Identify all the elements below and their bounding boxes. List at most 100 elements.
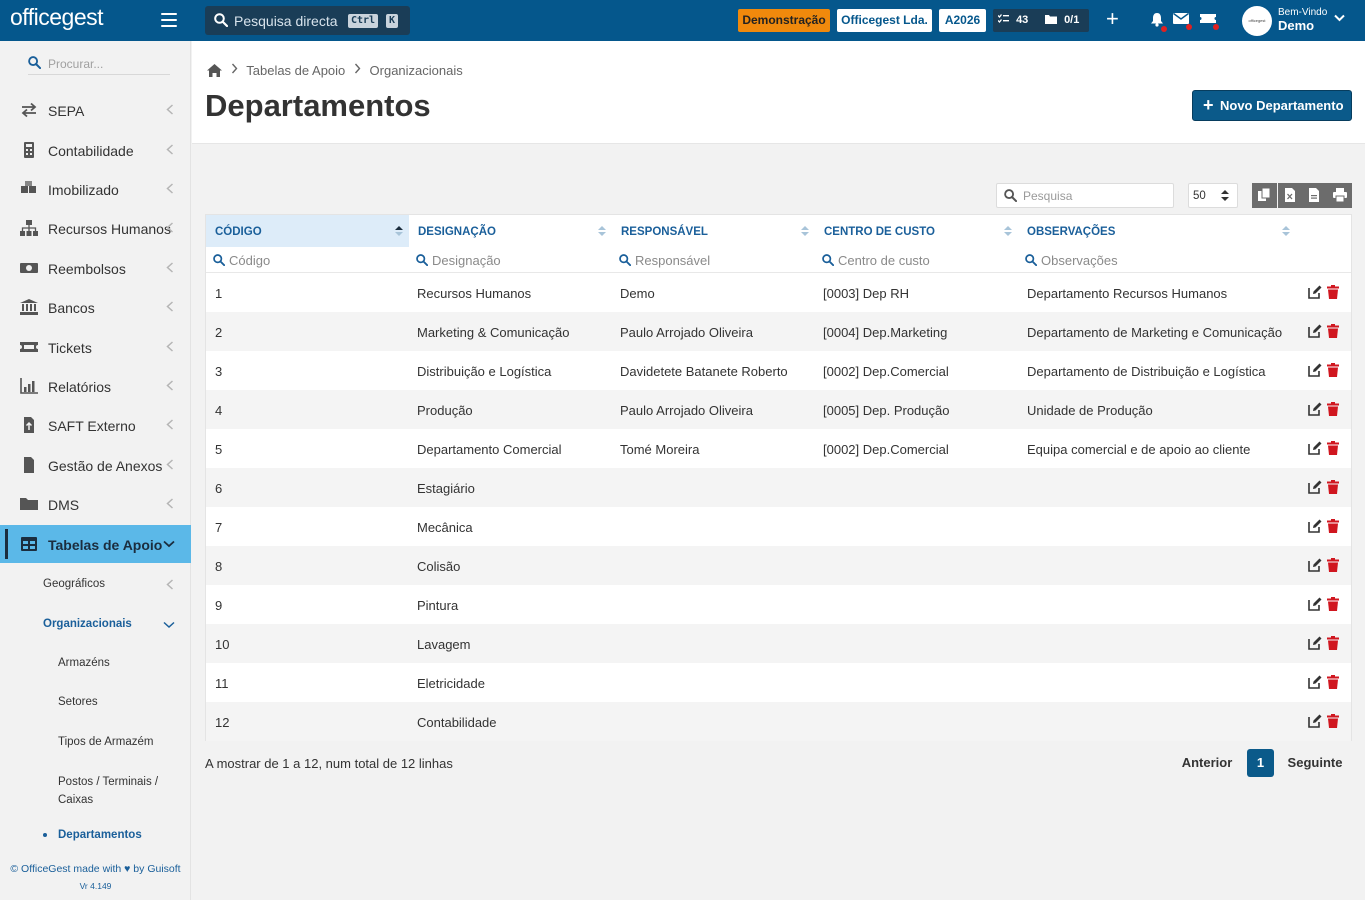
- edit-icon[interactable]: [1308, 363, 1322, 377]
- cell-designacao: Distribuição e Logística: [417, 364, 552, 379]
- delete-icon[interactable]: [1327, 675, 1339, 689]
- delete-icon[interactable]: [1327, 480, 1339, 494]
- filter-designacao-input[interactable]: Designação: [409, 247, 612, 273]
- edit-icon[interactable]: [1308, 519, 1322, 533]
- delete-icon[interactable]: [1327, 324, 1339, 338]
- sidebar-item-recursos-humanos[interactable]: Recursos Humanos: [0, 209, 191, 247]
- export-excel-button[interactable]: [1278, 183, 1303, 208]
- filter-codigo-input[interactable]: Código: [206, 247, 409, 273]
- table-row[interactable]: 2 Marketing & Comunicação Paulo Arrojado…: [206, 312, 1351, 351]
- table-row[interactable]: 6 Estagiário: [206, 468, 1351, 507]
- column-header-centro-custo[interactable]: CENTRO DE CUSTO: [815, 215, 1018, 247]
- table-row[interactable]: 10 Lavagem: [206, 624, 1351, 663]
- sidebar-item-saft-externo[interactable]: SAFT Externo: [0, 406, 191, 444]
- sidebar-subitem-setores[interactable]: Setores: [58, 696, 98, 708]
- sidebar-subitem-geograficos[interactable]: Geográficos: [43, 578, 105, 590]
- table-row[interactable]: 3 Distribuição e Logística Davidetete Ba…: [206, 351, 1351, 390]
- delete-icon[interactable]: [1327, 558, 1339, 572]
- table-row[interactable]: 9 Pintura: [206, 585, 1351, 624]
- breadcrumb-organizacionais[interactable]: Organizacionais: [370, 63, 463, 78]
- edit-icon[interactable]: [1308, 636, 1322, 650]
- sidebar-subitem-armazens[interactable]: Armazéns: [58, 657, 110, 669]
- sidebar-item-dms[interactable]: DMS: [0, 485, 191, 523]
- page-size-select[interactable]: 50: [1188, 183, 1238, 208]
- table-row[interactable]: 11 Eletricidade: [206, 663, 1351, 702]
- next-page-button[interactable]: Seguinte: [1280, 749, 1350, 777]
- demo-badge[interactable]: Demonstração: [738, 9, 830, 32]
- sidebar-item-bancos[interactable]: Bancos: [0, 288, 191, 326]
- table-row[interactable]: 8 Colisão: [206, 546, 1351, 585]
- sort-arrows-icon: [1221, 190, 1229, 201]
- delete-icon[interactable]: [1327, 597, 1339, 611]
- delete-icon[interactable]: [1327, 402, 1339, 416]
- counters[interactable]: 43 0/1: [993, 9, 1089, 32]
- delete-icon[interactable]: [1327, 714, 1339, 728]
- column-header-observacoes[interactable]: OBSERVAÇÕES: [1018, 215, 1294, 247]
- export-csv-button[interactable]: [1302, 183, 1327, 208]
- chevron-down-icon[interactable]: [1334, 14, 1345, 22]
- sidebar-subitem-postos[interactable]: Postos / Terminais / Caixas: [58, 773, 158, 809]
- docs-counter[interactable]: 0/1: [1045, 14, 1079, 26]
- edit-icon[interactable]: [1308, 558, 1322, 572]
- edit-icon[interactable]: [1308, 597, 1322, 611]
- avatar[interactable]: officegest: [1242, 6, 1272, 36]
- menu-toggle-icon[interactable]: [161, 13, 177, 27]
- delete-icon[interactable]: [1327, 636, 1339, 650]
- table-row[interactable]: 4 Produção Paulo Arrojado Oliveira [0005…: [206, 390, 1351, 429]
- sidebar-subitem-departamentos[interactable]: Departamentos: [58, 829, 142, 841]
- year-selector[interactable]: A2026: [939, 9, 986, 32]
- quick-add-icon[interactable]: +: [1106, 8, 1119, 30]
- print-button[interactable]: [1327, 183, 1352, 208]
- company-selector[interactable]: Officegest Lda.: [837, 9, 932, 32]
- user-menu[interactable]: Bem-Vindo Demo: [1278, 7, 1327, 33]
- copy-button[interactable]: [1252, 183, 1277, 208]
- sidebar-subitem-organizacionais[interactable]: Organizacionais: [43, 618, 132, 630]
- tickets-icon[interactable]: [1200, 12, 1219, 30]
- filter-responsavel-input[interactable]: Responsável: [612, 247, 815, 273]
- sidebar-item-imobilizado[interactable]: Imobilizado: [0, 170, 191, 208]
- edit-icon[interactable]: [1308, 480, 1322, 494]
- table-row[interactable]: 12 Contabilidade: [206, 702, 1351, 741]
- bank-icon: [20, 299, 38, 315]
- breadcrumb-tabelas-apoio[interactable]: Tabelas de Apoio: [246, 63, 345, 78]
- sidebar-item-relatorios[interactable]: Relatórios: [0, 367, 191, 405]
- delete-icon[interactable]: [1327, 363, 1339, 377]
- messages-icon[interactable]: [1173, 12, 1192, 30]
- column-header-designacao[interactable]: DESIGNAÇÃO: [409, 215, 612, 247]
- edit-icon[interactable]: [1308, 441, 1322, 455]
- column-header-codigo[interactable]: CÓDIGO: [206, 215, 409, 247]
- sidebar-item-tabelas-apoio[interactable]: Tabelas de Apoio: [0, 525, 191, 563]
- table-row[interactable]: 1 Recursos Humanos Demo [0003] Dep RH De…: [206, 273, 1351, 312]
- edit-icon[interactable]: [1308, 714, 1322, 728]
- sidebar-subitem-tipos-armazem[interactable]: Tipos de Armazém: [58, 736, 153, 748]
- edit-icon[interactable]: [1308, 675, 1322, 689]
- sidebar-footer[interactable]: © OfficeGest made with ♥ by Guisoft: [0, 863, 191, 875]
- notifications-icon[interactable]: [1150, 12, 1167, 32]
- global-search-input[interactable]: Pesquisa directa Ctrl K: [205, 6, 410, 35]
- sidebar-item-tickets[interactable]: Tickets: [0, 328, 191, 366]
- edit-icon[interactable]: [1308, 285, 1322, 299]
- table-row[interactable]: 5 Departamento Comercial Tomé Moreira [0…: [206, 429, 1351, 468]
- delete-icon[interactable]: [1327, 519, 1339, 533]
- sidebar-item-gestao-anexos[interactable]: Gestão de Anexos: [0, 446, 191, 484]
- app-logo[interactable]: officegest: [10, 4, 104, 31]
- table-search-input[interactable]: Pesquisa: [996, 183, 1174, 208]
- column-header-responsavel[interactable]: RESPONSÁVEL: [612, 215, 815, 247]
- filter-centro-custo-input[interactable]: Centro de custo: [815, 247, 1018, 273]
- page-1-button[interactable]: 1: [1247, 749, 1274, 777]
- delete-icon[interactable]: [1327, 441, 1339, 455]
- previous-page-button[interactable]: Anterior: [1174, 749, 1240, 777]
- sidebar-search-input[interactable]: Procurar...: [28, 53, 170, 75]
- table-row[interactable]: 7 Mecânica: [206, 507, 1351, 546]
- sidebar-item-sepa[interactable]: SEPA: [0, 91, 191, 129]
- new-department-button[interactable]: + Novo Departamento: [1192, 90, 1352, 121]
- sidebar-item-contabilidade[interactable]: Contabilidade: [0, 131, 191, 169]
- filter-observacoes-input[interactable]: Observações: [1018, 247, 1351, 273]
- sidebar-item-label: Tickets: [48, 340, 92, 356]
- edit-icon[interactable]: [1308, 324, 1322, 338]
- edit-icon[interactable]: [1308, 402, 1322, 416]
- tasks-counter[interactable]: 43: [997, 14, 1028, 26]
- sidebar-item-reembolsos[interactable]: Reembolsos: [0, 249, 191, 287]
- delete-icon[interactable]: [1327, 285, 1339, 299]
- home-icon[interactable]: [207, 64, 222, 78]
